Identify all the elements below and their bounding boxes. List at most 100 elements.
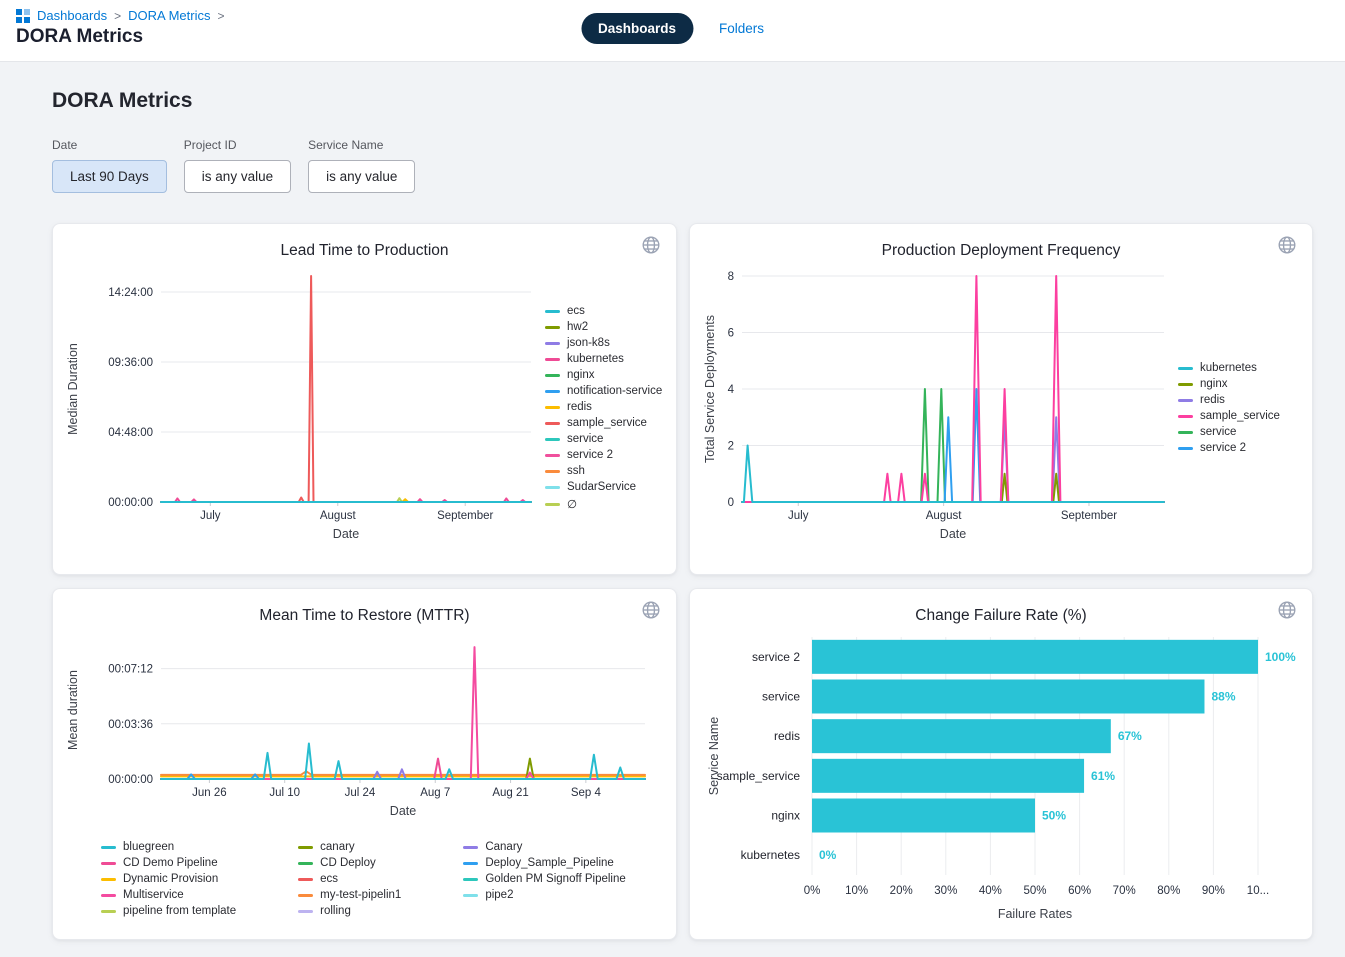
- svg-text:00:00:00: 00:00:00: [108, 497, 153, 509]
- legend-item[interactable]: Deploy_Sample_Pipeline: [463, 857, 625, 869]
- svg-text:8: 8: [728, 271, 734, 283]
- tab-dashboards[interactable]: Dashboards: [581, 13, 693, 44]
- legend-item[interactable]: Multiservice: [101, 889, 236, 901]
- breadcrumb-link-dora-metrics[interactable]: DORA Metrics: [128, 8, 210, 23]
- svg-text:Date: Date: [333, 527, 359, 541]
- svg-text:80%: 80%: [1157, 885, 1180, 897]
- legend-swatch: [545, 390, 560, 393]
- legend-item[interactable]: notification-service: [545, 385, 662, 397]
- svg-text:redis: redis: [774, 729, 800, 743]
- legend-item[interactable]: service: [545, 433, 662, 445]
- globe-icon[interactable]: [640, 234, 662, 261]
- svg-text:Jul 10: Jul 10: [269, 787, 300, 799]
- svg-text:00:00:00: 00:00:00: [108, 774, 153, 786]
- svg-text:00:07:12: 00:07:12: [108, 664, 153, 676]
- svg-text:Date: Date: [390, 804, 416, 818]
- svg-text:88%: 88%: [1211, 690, 1235, 704]
- legend-item[interactable]: ssh: [545, 465, 662, 477]
- filter-service-name-value-button[interactable]: is any value: [308, 160, 415, 193]
- tile-title: Change Failure Rate (%): [702, 607, 1300, 625]
- legend-swatch: [298, 862, 313, 865]
- legend-item[interactable]: ecs: [298, 873, 401, 885]
- legend-item[interactable]: rolling: [298, 905, 401, 917]
- breadcrumb-separator: >: [114, 9, 121, 23]
- tab-folders[interactable]: Folders: [719, 21, 764, 36]
- legend-item[interactable]: CD Deploy: [298, 857, 401, 869]
- legend-swatch: [298, 878, 313, 881]
- legend-label: CD Deploy: [320, 857, 376, 869]
- legend-label: pipeline from template: [123, 905, 236, 917]
- legend-item[interactable]: Golden PM Signoff Pipeline: [463, 873, 625, 885]
- legend-item[interactable]: my-test-pipelin1: [298, 889, 401, 901]
- svg-text:70%: 70%: [1113, 885, 1136, 897]
- legend-item[interactable]: service: [1178, 426, 1280, 438]
- legend-item[interactable]: hw2: [545, 321, 662, 333]
- svg-text:0: 0: [728, 497, 734, 509]
- legend-swatch: [545, 438, 560, 441]
- filter-project-id-label: Project ID: [184, 138, 291, 152]
- legend-item[interactable]: service 2: [1178, 442, 1280, 454]
- legend-label: ecs: [320, 873, 338, 885]
- tile-change-failure-rate: Change Failure Rate (%) 0%10%20%30%40%50…: [689, 588, 1313, 940]
- svg-text:6: 6: [728, 328, 734, 340]
- legend-item[interactable]: json-k8s: [545, 337, 662, 349]
- legend-item[interactable]: CD Demo Pipeline: [101, 857, 236, 869]
- legend-item[interactable]: Dynamic Provision: [101, 873, 236, 885]
- filter-project-id-value-button[interactable]: is any value: [184, 160, 291, 193]
- legend-item[interactable]: nginx: [545, 369, 662, 381]
- legend-swatch: [101, 878, 116, 881]
- deployment-frequency-legend: kubernetes nginx redis sample_serviceservic…: [1178, 362, 1280, 454]
- svg-text:14:24:00: 14:24:00: [108, 287, 153, 299]
- legend-item[interactable]: pipeline from template: [101, 905, 236, 917]
- tile-title: Lead Time to Production: [65, 242, 664, 260]
- legend-item[interactable]: SudarService: [545, 481, 662, 493]
- filter-date-label: Date: [52, 138, 167, 152]
- svg-text:2: 2: [728, 441, 734, 453]
- legend-item[interactable]: redis: [545, 401, 662, 413]
- legend-label: sample_service: [1200, 410, 1280, 422]
- svg-text:Date: Date: [940, 527, 966, 541]
- legend-item[interactable]: ∅: [545, 497, 662, 511]
- globe-icon[interactable]: [640, 599, 662, 626]
- legend-item[interactable]: ecs: [545, 305, 662, 317]
- filter-service-name-label: Service Name: [308, 138, 415, 152]
- svg-text:nginx: nginx: [771, 809, 800, 823]
- svg-text:August: August: [926, 510, 963, 522]
- legend-item[interactable]: service 2: [545, 449, 662, 461]
- legend-label: sample_service: [567, 417, 647, 429]
- filter-bar: Date Last 90 Days Project ID is any valu…: [52, 138, 1313, 193]
- svg-text:0%: 0%: [819, 848, 837, 862]
- legend-label: ssh: [567, 465, 585, 477]
- legend-label: hw2: [567, 321, 588, 333]
- legend-item[interactable]: pipe2: [463, 889, 625, 901]
- legend-swatch: [1178, 383, 1193, 386]
- legend-item[interactable]: sample_service: [1178, 410, 1280, 422]
- svg-text:service 2: service 2: [752, 650, 800, 664]
- change-failure-rate-chart: 0%10%20%30%40%50%60%70%80%90%10...servic…: [702, 625, 1302, 927]
- filter-date-value-button[interactable]: Last 90 Days: [52, 160, 167, 193]
- legend-item[interactable]: kubernetes: [545, 353, 662, 365]
- svg-text:Service Name: Service Name: [707, 717, 721, 796]
- tile-production-deployment-frequency: Production Deployment Frequency 02468Jul…: [689, 223, 1313, 575]
- legend-item[interactable]: kubernetes: [1178, 362, 1280, 374]
- legend-swatch: [545, 326, 560, 329]
- legend-label: ecs: [567, 305, 585, 317]
- svg-text:50%: 50%: [1042, 809, 1066, 823]
- legend-item[interactable]: Canary: [463, 841, 625, 853]
- globe-icon[interactable]: [1276, 234, 1298, 261]
- legend-swatch: [545, 406, 560, 409]
- legend-item[interactable]: canary: [298, 841, 401, 853]
- globe-icon[interactable]: [1276, 599, 1298, 626]
- svg-text:Failure Rates: Failure Rates: [998, 907, 1072, 921]
- legend-swatch: [1178, 415, 1193, 418]
- legend-item[interactable]: bluegreen: [101, 841, 236, 853]
- legend-item[interactable]: sample_service: [545, 417, 662, 429]
- mttr-legend: bluegreen CD Demo Pipeline Dynamic Provisi…: [101, 841, 664, 917]
- svg-text:60%: 60%: [1068, 885, 1091, 897]
- svg-text:100%: 100%: [1265, 650, 1296, 664]
- breadcrumb-link-dashboards[interactable]: Dashboards: [37, 8, 107, 23]
- legend-item[interactable]: nginx: [1178, 378, 1280, 390]
- legend-item[interactable]: redis: [1178, 394, 1280, 406]
- legend-label: bluegreen: [123, 841, 174, 853]
- app-header: Dashboards > DORA Metrics > DORA Metrics…: [0, 0, 1345, 62]
